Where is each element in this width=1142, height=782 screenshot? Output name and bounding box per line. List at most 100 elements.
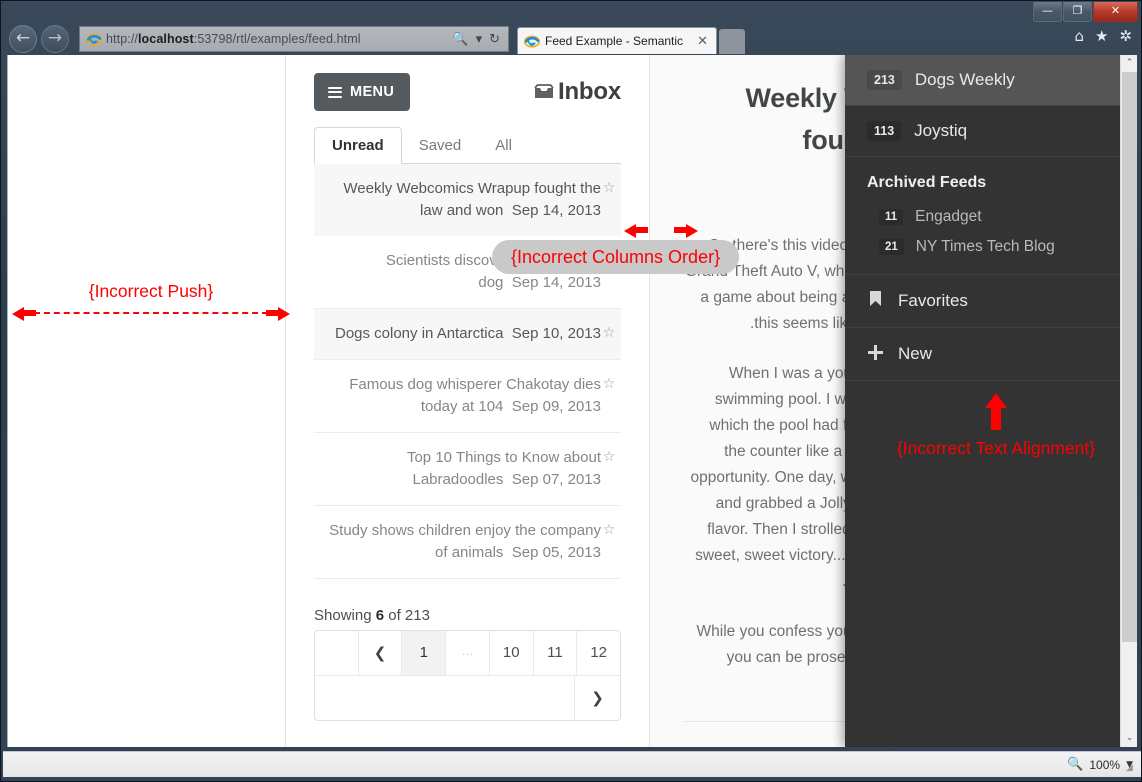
gear-icon[interactable]: ✲ xyxy=(1119,29,1132,44)
zoom-icon: 🔍 xyxy=(1067,757,1084,772)
browser-nav-bar: ← → http://localhost:53798/rtl/examples/… xyxy=(1,25,1141,55)
new-tab-button[interactable] xyxy=(719,29,745,54)
tab-saved[interactable]: Saved xyxy=(402,128,479,163)
ie-logo-icon xyxy=(524,35,540,48)
sidebar-item-engadget[interactable]: 11 Engadget xyxy=(845,202,1120,232)
feed-item-date: Sep 05, 2013 xyxy=(511,544,601,561)
inbox-icon xyxy=(534,84,554,98)
home-icon[interactable]: ⌂ xyxy=(1074,29,1084,44)
feed-item-text: Dogs colony in Antarctica Sep 10, 2013 xyxy=(326,323,601,345)
feed-item-date: Sep 14, 2013 xyxy=(511,274,601,291)
address-bar[interactable]: http://localhost:53798/rtl/examples/feed… xyxy=(79,26,509,52)
sidebar-item-ny-times-tech-blog[interactable]: 21 NY Times Tech Blog xyxy=(845,232,1120,262)
pagination-next[interactable]: ❯ xyxy=(574,676,620,720)
left-empty-column xyxy=(8,55,285,747)
star-icon[interactable]: ☆ xyxy=(601,447,617,491)
feed-item[interactable]: ☆ Top 10 Things to Know about Labradoodle… xyxy=(314,433,621,506)
star-icon[interactable]: ☆ xyxy=(601,250,617,294)
tab-all[interactable]: All xyxy=(478,128,529,163)
sidebar-item-joystiq[interactable]: 113 Joystiq xyxy=(845,106,1120,157)
feed-item[interactable]: ☆ Dogs colony in Antarctica Sep 10, 2013 xyxy=(314,309,621,360)
feed-item[interactable]: ☆ Scientists discover new breed of dog Se… xyxy=(314,236,621,309)
feeds-sidebar: 213 Dogs Weekly 113 Joystiq Archived Feeds … xyxy=(845,55,1120,747)
sidebar-item-label: Dogs Weekly xyxy=(914,70,1015,89)
pagination-page-10[interactable]: 10 xyxy=(488,631,533,675)
pagination-row-2: ❯ xyxy=(315,675,620,720)
sidebar-new-label: New xyxy=(898,344,933,363)
star-icon[interactable]: ☆ xyxy=(601,374,617,418)
sidebar-item-new[interactable]: New xyxy=(845,328,1120,381)
feed-item-title: Dogs colony in Antarctica xyxy=(334,325,504,342)
feed-item-text: Famous dog whisperer Chakotay dies today… xyxy=(326,374,601,418)
zoom-level: 100% xyxy=(1089,757,1121,772)
browser-toolbar-icons: ⌂ ★ ✲ xyxy=(1074,29,1132,44)
resize-grip-icon[interactable]: ◢ xyxy=(1126,763,1138,775)
maximize-button[interactable]: ❐ xyxy=(1063,2,1092,22)
feed-item-text: Scientists discover new breed of dog Sep… xyxy=(326,250,601,294)
browser-tab[interactable]: Feed Example - Semantic ✕ xyxy=(517,27,717,54)
favorites-icon[interactable]: ★ xyxy=(1095,29,1108,44)
minimize-button[interactable]: — xyxy=(1033,2,1062,22)
tab-label: Unread xyxy=(332,137,384,154)
star-icon[interactable]: ☆ xyxy=(601,323,617,345)
pagination-spacer xyxy=(315,676,574,720)
inbox-label: Inbox xyxy=(558,78,621,105)
sidebar-archived-group: Archived Feeds 11 Engadget 21 NY Times Tech… xyxy=(845,157,1120,275)
page-scrollbar[interactable]: ⌃ ⌄ xyxy=(1120,55,1137,747)
pagination-spacer xyxy=(315,631,358,675)
pagination: ❮ 1… 10 11 12 ❯ xyxy=(314,630,621,721)
bookmark-icon xyxy=(867,291,884,311)
star-icon[interactable]: ☆ xyxy=(601,520,617,564)
menu-button-label: MENU xyxy=(350,84,395,100)
search-icon[interactable]: 🔍 xyxy=(452,32,468,47)
zoom-control[interactable]: 🔍 100% ▼ xyxy=(1067,757,1133,772)
sidebar-item-label: Engadget xyxy=(915,208,982,225)
sidebar-group-title: Archived Feeds xyxy=(867,174,987,191)
pagination-ellipsis: … xyxy=(445,631,489,675)
window-controls: — ❐ ✕ xyxy=(1033,2,1138,22)
feed-item-date: Sep 14, 2013 xyxy=(511,202,601,219)
sidebar-archived-items: 11 Engadget 21 NY Times Tech Blog xyxy=(845,202,1120,262)
hamburger-icon xyxy=(328,86,342,98)
tab-title: Feed Example - Semantic xyxy=(545,34,684,48)
close-button[interactable]: ✕ xyxy=(1093,2,1138,22)
scroll-up-icon[interactable]: ⌃ xyxy=(1121,55,1137,72)
pagination-page-1[interactable]: 1 xyxy=(401,631,446,675)
showing-count: Showing 6 of 213 xyxy=(314,607,430,624)
sidebar-item-count: 213 xyxy=(867,70,902,90)
tab-label: Saved xyxy=(418,137,462,154)
feed-list-header: MENU Inbox xyxy=(314,55,621,111)
sidebar-item-label: NY Times Tech Blog xyxy=(915,238,1055,255)
feed-item[interactable]: ☆ Study shows children enjoy the company … xyxy=(314,506,621,579)
sidebar-favorites-label: Favorites xyxy=(898,291,968,310)
forward-button[interactable]: → xyxy=(41,25,69,53)
title-bar: — ❐ ✕ xyxy=(1,1,1141,25)
star-icon[interactable]: ☆ xyxy=(601,178,617,222)
ie-logo-icon xyxy=(86,33,102,46)
feed-list-column: MENU Inbox All Saved Unread ☆ Weekly Webcom… xyxy=(286,55,649,747)
url-text: http://localhost:53798/rtl/examples/feed… xyxy=(106,32,361,46)
scrollbar-thumb[interactable] xyxy=(1122,72,1137,642)
sidebar-item-favorites[interactable]: Favorites xyxy=(845,275,1120,328)
feed-item-date: Sep 07, 2013 xyxy=(511,471,601,488)
chevron-down-icon[interactable]: ▾ xyxy=(476,32,483,47)
feed-tabs: All Saved Unread xyxy=(314,124,621,164)
feed-item[interactable]: ☆ Famous dog whisperer Chakotay dies toda… xyxy=(314,360,621,433)
tab-close-icon[interactable]: ✕ xyxy=(693,34,712,49)
pagination-prev[interactable]: ❮ xyxy=(357,631,402,675)
pagination-page-12[interactable]: 12 xyxy=(576,631,620,675)
pagination-page-11[interactable]: 11 xyxy=(532,631,577,675)
inbox-title: Inbox xyxy=(533,78,621,106)
sidebar-item-count: 11 xyxy=(879,209,904,225)
status-bar: 🔍 100% ▼ ◢ xyxy=(3,751,1141,777)
menu-button[interactable]: MENU xyxy=(314,73,411,111)
sidebar-item-dogs-weekly[interactable]: 213 Dogs Weekly xyxy=(845,55,1120,106)
refresh-icon[interactable]: ↻ xyxy=(489,32,500,47)
back-button[interactable]: ← xyxy=(9,25,37,53)
sidebar-item-count: 113 xyxy=(867,121,902,141)
scroll-down-icon[interactable]: ⌄ xyxy=(1121,730,1137,747)
feed-item[interactable]: ☆ Weekly Webcomics Wrapup fought the law … xyxy=(314,164,621,236)
feed-item-date: Sep 09, 2013 xyxy=(511,398,601,415)
tab-unread[interactable]: Unread xyxy=(314,127,402,164)
browser-window: — ❐ ✕ ← → http://localhost:53798/rtl/exa… xyxy=(0,0,1142,782)
